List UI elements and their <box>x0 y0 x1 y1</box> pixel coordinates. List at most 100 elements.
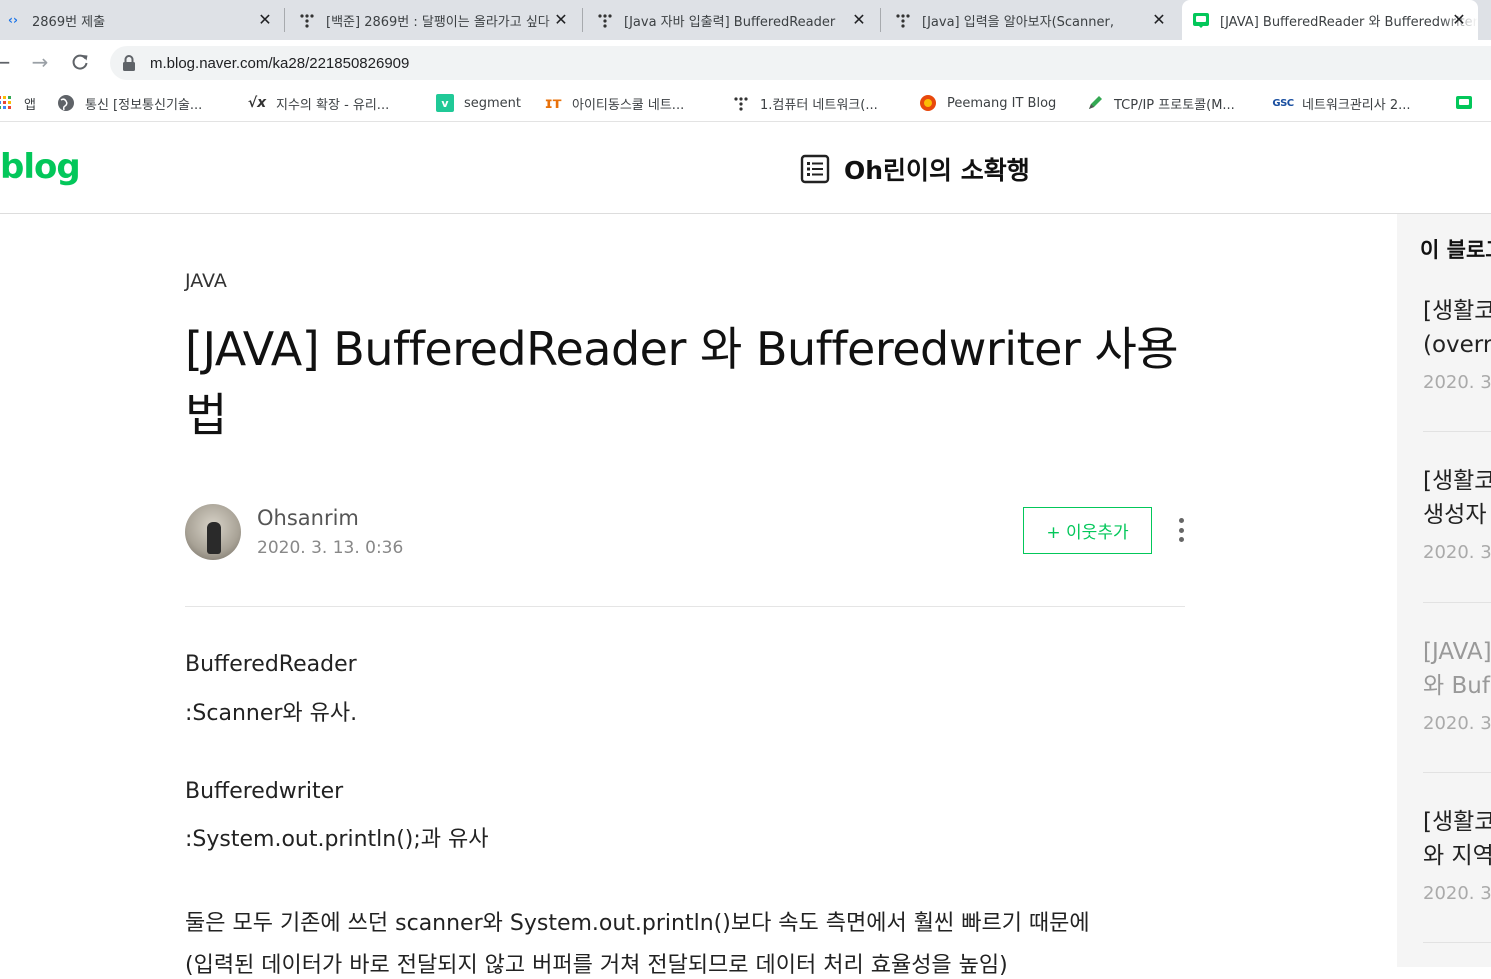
close-icon[interactable]: ✕ <box>1450 11 1468 29</box>
bookmark-item[interactable] <box>1455 92 1483 114</box>
tab-4[interactable]: [Java] 입력을 알아보자(Scanner, ✕ <box>884 0 1178 40</box>
author-name[interactable]: Ohsanrim <box>257 506 359 530</box>
bookmark-item[interactable]: 1.컴퓨터 네트워크(... <box>732 92 878 114</box>
sidebar-post-title: [생활코딩 <box>1423 809 1491 835</box>
globe-icon <box>57 94 75 112</box>
sqrt-icon: √x <box>247 95 267 111</box>
pen-icon <box>1086 94 1104 112</box>
more-dot <box>1178 537 1184 542</box>
lock-icon <box>122 55 138 71</box>
post-article: JAVA [JAVA] BufferedReader 와 Bufferedwri… <box>0 214 1397 978</box>
more-dot <box>1178 518 1184 523</box>
blog-name-link[interactable]: Oh린이의 소확행 <box>800 151 1030 187</box>
blog-sidebar: 이 블로그 [생활코딩 (overri 2020. 3. [생활코딩 생성자 2… <box>1397 214 1491 967</box>
sidebar-post-item[interactable]: [생활코딩 생성자 2020. 3. <box>1423 464 1491 563</box>
sidebar-post-item[interactable]: [생활코딩 (overri 2020. 3. <box>1423 294 1491 393</box>
close-icon[interactable]: ✕ <box>850 11 868 29</box>
dots-icon <box>894 11 912 29</box>
bookmark-label: 통신 [정보통신기술... <box>85 97 203 113</box>
bookmark-item[interactable]: ɪᴛ 아이티동스쿨 네트... <box>544 92 685 114</box>
dots-icon <box>732 94 750 112</box>
bookmark-label: segment <box>464 95 522 111</box>
bookmark-item[interactable]: v segment <box>436 92 521 114</box>
sidebar-heading: 이 블로그 <box>1420 238 1491 262</box>
sidebar-post-title: (overri <box>1423 332 1491 358</box>
tab-title: 2869번 제출 <box>32 14 106 30</box>
code-icon: ‹› <box>8 13 18 27</box>
close-icon[interactable]: ✕ <box>552 11 570 29</box>
post-category[interactable]: JAVA <box>185 270 227 292</box>
header-divider <box>185 606 1185 607</box>
bookmark-item[interactable]: GSC 네트워크관리사 2... <box>1272 92 1411 114</box>
bookmark-label: 앱 <box>24 97 36 113</box>
reload-icon[interactable] <box>68 50 92 74</box>
post-date: 2020. 3. 13. 0:36 <box>257 538 404 558</box>
v-icon: v <box>436 94 454 112</box>
body-paragraph: :Scanner와 유사. <box>185 701 358 726</box>
sidebar-post-title: [JAVA] <box>1423 639 1491 665</box>
sidebar-post-date: 2020. 3. <box>1423 372 1491 393</box>
tab-strip: ‹› 2869번 제출 ✕ [백준] 2869번 : 달팽이는 올라가고 싶다 … <box>0 0 1491 40</box>
gsc-icon: GSC <box>1272 97 1294 109</box>
tab-title: [JAVA] BufferedReader 와 Bufferedwriter <box>1220 14 1478 30</box>
bookmark-item[interactable]: TCP/IP 프로토콜(M... <box>1086 92 1235 114</box>
tab-3[interactable]: [Java 자바 입출력] BufferedReader ✕ <box>586 0 878 40</box>
bookmark-label: 네트워크관리사 2... <box>1302 97 1411 113</box>
sidebar-post-date: 2020. 3. <box>1423 883 1491 904</box>
sidebar-post-title: [생활코딩 <box>1423 468 1491 494</box>
sidebar-post-title: [생활코딩 <box>1423 298 1491 324</box>
bookmark-label: Peemang IT Blog <box>947 95 1057 111</box>
tab-separator <box>284 8 285 32</box>
body-paragraph: 둘은 모두 기존에 쓰던 scanner와 System.out.println… <box>185 911 1090 936</box>
post-title: [JAVA] BufferedReader 와 Bufferedwriter 사… <box>185 322 1179 442</box>
bookmark-item[interactable]: Peemang IT Blog <box>919 92 1056 114</box>
body-paragraph: BufferedReader <box>185 652 357 677</box>
sidebar-post-title: 와 지역 <box>1423 843 1491 869</box>
body-paragraph: Bufferedwriter <box>185 779 344 804</box>
bookmark-item[interactable]: √x 지수의 확장 - 유리... <box>248 92 389 114</box>
more-options-icon[interactable] <box>1170 514 1192 546</box>
sidebar-post-item-current[interactable]: [JAVA] 와 Buf 2020. 3. <box>1423 635 1491 734</box>
blog-name: Oh린이의 소확행 <box>844 156 1030 185</box>
apps-icon <box>0 94 14 112</box>
it-icon: ɪᴛ <box>544 94 562 112</box>
sidebar-post-title: 생성자 <box>1423 502 1487 528</box>
close-icon[interactable]: ✕ <box>1150 11 1168 29</box>
back-arrow-icon[interactable]: ← <box>0 50 14 74</box>
blog-logo[interactable]: blog <box>0 147 81 187</box>
sidebar-post-item[interactable]: [생활코딩 와 지역 2020. 3. <box>1423 805 1491 904</box>
sidebar-divider <box>1423 431 1491 432</box>
body-paragraph: :System.out.println();과 유사 <box>185 827 489 852</box>
sidebar-post-date: 2020. 3. <box>1423 542 1491 563</box>
sidebar-divider <box>1423 602 1491 603</box>
add-neighbor-button[interactable]: + 이웃추가 <box>1023 507 1152 554</box>
sidebar-post-date: 2020. 3. <box>1423 713 1491 734</box>
tab-5-active[interactable]: [JAVA] BufferedReader 와 Bufferedwriter ✕ <box>1182 0 1478 40</box>
forward-arrow-icon[interactable]: → <box>28 50 52 74</box>
body-paragraph: (입력된 데이터가 바로 전달되지 않고 버퍼를 거쳐 전달되므로 데이터 처리… <box>185 953 1008 978</box>
bookmark-label: 아이티동스쿨 네트... <box>572 97 685 113</box>
bookmarks-bar: 앱 통신 [정보통신기술... √x 지수의 확장 - 유리... v segm… <box>0 84 1491 122</box>
naver-blog-icon <box>1455 94 1473 112</box>
tab-separator <box>582 8 583 32</box>
blog-header: blog Oh린이의 소확행 <box>0 123 1491 214</box>
address-bar[interactable]: m.blog.naver.com/ka28/221850826909 <box>110 46 1491 80</box>
tab-title: [Java] 입력을 알아보자(Scanner, <box>922 14 1114 30</box>
tab-title: [Java 자바 입출력] BufferedReader <box>624 14 836 30</box>
bookmark-label: TCP/IP 프로토콜(M... <box>1114 97 1235 113</box>
tab-1[interactable]: ‹› 2869번 제출 ✕ <box>0 0 284 40</box>
sidebar-post-title: 와 Buf <box>1423 673 1490 699</box>
bookmark-item[interactable]: 통신 [정보통신기술... <box>57 92 202 114</box>
author-avatar[interactable] <box>185 504 241 560</box>
close-icon[interactable]: ✕ <box>256 11 274 29</box>
naver-blog-icon <box>1192 11 1210 29</box>
more-dot <box>1178 527 1184 533</box>
url-text: m.blog.naver.com/ka28/221850826909 <box>150 54 410 72</box>
avatar-figure <box>207 522 221 554</box>
list-icon <box>800 154 830 184</box>
peemang-icon <box>919 94 937 112</box>
tab-2[interactable]: [백준] 2869번 : 달팽이는 올라가고 싶다 ✕ <box>288 0 580 40</box>
dots-icon <box>298 11 316 29</box>
bookmark-apps[interactable]: 앱 <box>0 92 36 114</box>
dots-icon <box>596 11 614 29</box>
